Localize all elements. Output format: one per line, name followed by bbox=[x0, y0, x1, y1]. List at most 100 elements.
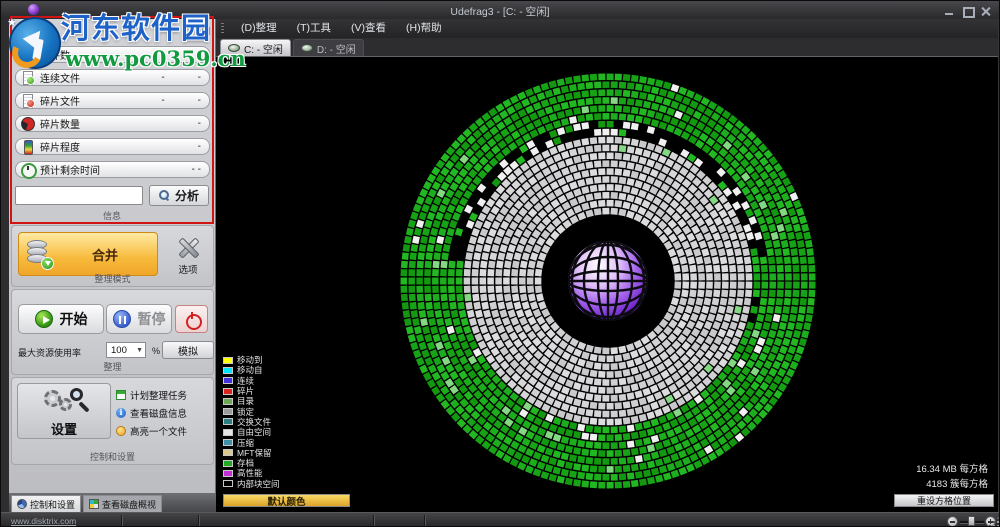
fragmentation-level-icon bbox=[21, 140, 34, 155]
max-resource-label: 最大资源使用率 bbox=[18, 348, 82, 358]
legend-swatch bbox=[223, 387, 233, 395]
legend-swatch bbox=[223, 356, 233, 364]
legend-swatch bbox=[223, 418, 233, 426]
stat-value-1: - bbox=[161, 95, 165, 106]
legend-swatch bbox=[223, 469, 233, 477]
analyze-label: 分析 bbox=[174, 189, 199, 203]
stat-value-2: - - bbox=[191, 164, 201, 175]
legend-item: 内部块空间 bbox=[223, 479, 280, 489]
disk-icon bbox=[300, 44, 313, 52]
run-controls-group: 开始 暂停 最大资源使用率 100 ▼ % 模拟 整理 bbox=[11, 289, 214, 375]
run-group-label: 整理 bbox=[103, 362, 122, 372]
settings-label: 设置 bbox=[50, 422, 77, 437]
stat-row-2: 碎片文件 - - bbox=[15, 92, 210, 109]
status-separator bbox=[198, 515, 199, 526]
menu-items: (D)整理 (T)工具 (V)查看 (H)帮助 bbox=[231, 19, 452, 38]
defrag-mode-group: 合并 选项 整理模式 bbox=[11, 225, 214, 287]
start-button[interactable]: 开始 bbox=[18, 304, 104, 334]
clusters-per-square-label: 4183 簇每方格 bbox=[926, 479, 988, 490]
panel-tab-1[interactable]: 查看磁盘概视 bbox=[83, 495, 163, 512]
panel-tab-label: 控制和设置 bbox=[30, 499, 76, 510]
drive-tab-1[interactable]: D: - 空闲 bbox=[292, 39, 364, 56]
drive-tab-bar: C: - 空闲 D: - 空闲 bbox=[216, 38, 998, 57]
simulate-button[interactable]: 模拟 bbox=[162, 341, 214, 359]
max-resource-select[interactable]: 100 ▼ bbox=[106, 342, 146, 358]
control-panel: 文件数 - - 连续文件 - - 碎片文件 - - 碎片数量 - 碎片程度 - 预计剩余时间 - - 分析 … bbox=[9, 19, 216, 512]
legend-swatch bbox=[223, 377, 233, 385]
pause-button[interactable]: 暂停 bbox=[106, 304, 172, 334]
drive-tab-0[interactable]: C: - 空闲 bbox=[220, 39, 291, 56]
legend-swatch bbox=[223, 449, 233, 457]
stat-value-2: - bbox=[197, 141, 201, 152]
max-resource-value: 100 bbox=[111, 344, 127, 356]
highlight-icon bbox=[116, 426, 126, 436]
stat-row-3: 碎片数量 - bbox=[15, 115, 210, 132]
menu-item[interactable]: (H)帮助 bbox=[396, 19, 452, 38]
disk-view: 移动到 移动自 连续 碎片 目录 锁定 交换文件 自由空间 压缩 MFT保留 存档 高性能 内部块空间 … bbox=[216, 57, 998, 512]
calendar-icon bbox=[116, 390, 126, 400]
menu-item[interactable]: (D)整理 bbox=[231, 19, 287, 38]
status-separator bbox=[121, 515, 122, 526]
simulate-label: 模拟 bbox=[178, 346, 198, 358]
analyze-button[interactable]: 分析 bbox=[149, 185, 209, 206]
legend-swatch bbox=[223, 408, 233, 416]
view-disk-info-link[interactable]: 查看磁盘信息 bbox=[116, 406, 214, 420]
stat-label: 碎片程度 bbox=[40, 143, 80, 154]
stat-label: 碎片文件 bbox=[40, 97, 80, 108]
settings-link-label: 高亮一个文件 bbox=[130, 427, 188, 438]
disk-overview-tab-icon bbox=[89, 499, 100, 509]
percent-label: % bbox=[152, 346, 161, 356]
info-rows: 文件数 - - 连续文件 - - 碎片文件 - - 碎片数量 - 碎片程度 - 预计剩余时间 - - bbox=[15, 46, 210, 184]
menu-item[interactable]: (V)查看 bbox=[341, 19, 396, 38]
schedule-defrag-link[interactable]: 计划整理任务 bbox=[116, 388, 214, 402]
panel-tab-0[interactable]: 控制和设置 bbox=[11, 495, 82, 512]
stat-label: 文件数 bbox=[40, 51, 70, 62]
merge-label: 合并 bbox=[91, 247, 118, 263]
stat-label: 碎片数量 bbox=[40, 120, 80, 131]
panel-bottom-tabs: 控制和设置 查看磁盘概视 bbox=[11, 495, 163, 512]
settings-button[interactable]: 设置 bbox=[17, 383, 111, 439]
resize-grip-icon[interactable] bbox=[990, 518, 999, 526]
start-label: 开始 bbox=[59, 311, 88, 327]
power-icon bbox=[185, 312, 202, 330]
legend-swatch bbox=[223, 397, 233, 405]
stat-row-1: 连续文件 - - bbox=[15, 69, 210, 86]
panel-tab-label: 查看磁盘概视 bbox=[102, 499, 157, 510]
settings-group: 设置 计划整理任务查看磁盘信息高亮一个文件 控制和设置 bbox=[11, 377, 214, 465]
disk-icon bbox=[228, 44, 240, 52]
default-colors-button[interactable]: 默认颜色 bbox=[223, 494, 350, 508]
magnifier-icon bbox=[158, 190, 170, 201]
files-count-icon bbox=[21, 48, 34, 62]
close-button-icon[interactable] bbox=[979, 6, 993, 17]
menu-bar: (D)整理 (T)工具 (V)查看 (H)帮助 bbox=[216, 19, 998, 38]
menu-item[interactable]: (T)工具 bbox=[287, 19, 341, 38]
merge-button[interactable]: 合并 bbox=[18, 232, 158, 276]
maximize-button-icon[interactable] bbox=[961, 6, 975, 18]
drive-tab-label: C: - 空闲 bbox=[244, 44, 283, 56]
zoom-out-button[interactable] bbox=[947, 516, 958, 526]
reset-squares-button[interactable]: 重设方格位置 bbox=[894, 494, 994, 507]
status-bar: www.disktrix.com bbox=[1, 512, 999, 526]
disktrix-link[interactable]: www.disktrix.com bbox=[11, 516, 76, 526]
stat-label: 连续文件 bbox=[40, 74, 80, 85]
zoom-slider-thumb[interactable] bbox=[968, 516, 975, 526]
stat-row-0: 文件数 - - bbox=[15, 46, 210, 63]
window-title: Udefrag3 - [C: - 空闲] bbox=[450, 6, 550, 18]
legend-swatch bbox=[223, 428, 233, 436]
panel-pin-icon[interactable] bbox=[202, 27, 210, 35]
stat-label: 预计剩余时间 bbox=[40, 166, 100, 177]
stop-button[interactable] bbox=[175, 305, 208, 333]
udefrag-window: Udefrag3 - [C: - 空闲] (D)整理 (T)工具 (V)查看 (H)帮… bbox=[0, 0, 1000, 527]
stat-row-4: 碎片程度 - bbox=[15, 138, 210, 155]
fragmented-files-icon bbox=[21, 94, 35, 108]
toolbar-grip-icon[interactable] bbox=[221, 22, 224, 35]
highlight-file-link[interactable]: 高亮一个文件 bbox=[116, 424, 214, 438]
pause-label: 暂停 bbox=[137, 311, 166, 327]
minimize-button-icon[interactable] bbox=[943, 6, 957, 17]
pause-icon bbox=[112, 310, 131, 328]
chevron-down-icon: ▼ bbox=[136, 346, 143, 354]
file-filter-input[interactable] bbox=[15, 186, 143, 205]
legend-swatch bbox=[223, 366, 233, 374]
disk-map[interactable] bbox=[216, 57, 998, 512]
disk-legend: 移动到 移动自 连续 碎片 目录 锁定 交换文件 自由空间 压缩 MFT保留 存档 高性能 内部块空间 bbox=[223, 355, 280, 489]
